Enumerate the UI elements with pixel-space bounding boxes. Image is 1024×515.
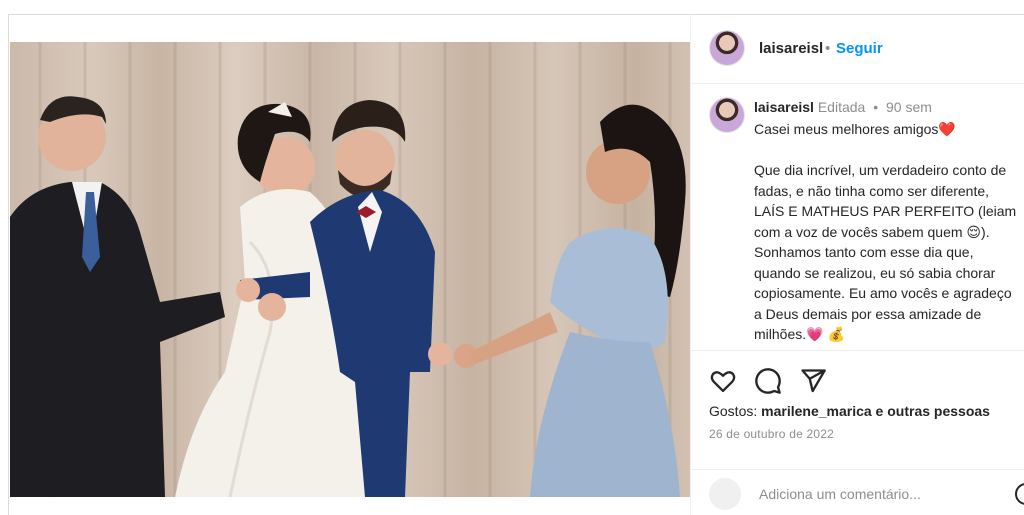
post-photo[interactable] xyxy=(10,42,690,497)
likes-summary: Gostos: marilene_marica e outras pessoas xyxy=(709,403,990,419)
post-sidebar: laisareisl • Seguir laisareisl Editada •… xyxy=(690,14,1024,515)
caption-username[interactable]: laisareisl xyxy=(754,99,814,115)
likes-prefix: Gostos: xyxy=(709,403,762,419)
avatar[interactable] xyxy=(709,30,745,66)
comment-icon[interactable] xyxy=(754,367,782,395)
post-date[interactable]: 26 de outubro de 2022 xyxy=(709,427,834,441)
share-icon[interactable] xyxy=(799,367,827,395)
post-age[interactable]: 90 sem xyxy=(886,99,932,115)
caption-avatar[interactable] xyxy=(709,97,745,133)
emoji-picker-placeholder xyxy=(709,478,741,510)
caption-text: Casei meus melhores amigos❤️ Que dia inc… xyxy=(754,121,1017,342)
post-author-username[interactable]: laisareisl xyxy=(759,40,823,57)
caption-header: laisareisl Editada • 90 sem xyxy=(754,99,932,115)
likes-others-link[interactable]: e outras pessoas xyxy=(872,403,990,419)
likes-user-link[interactable]: marilene_marica xyxy=(761,403,872,419)
emoji-icon[interactable] xyxy=(1015,483,1024,505)
post-caption: laisareisl Editada • 90 sem Casei meus m… xyxy=(691,85,1024,350)
wedding-photo-illustration xyxy=(10,42,686,497)
heart-icon[interactable] xyxy=(709,367,737,395)
separator-dot: • xyxy=(873,99,879,115)
separator-dot: • xyxy=(825,40,831,57)
post-actions: Gostos: marilene_marica e outras pessoas… xyxy=(691,350,1024,515)
comment-input[interactable] xyxy=(759,486,999,502)
comment-composer xyxy=(691,469,1024,515)
edited-label: Editada xyxy=(817,99,866,115)
follow-button[interactable]: Seguir xyxy=(836,40,883,57)
post-header: laisareisl • Seguir xyxy=(691,14,1024,84)
